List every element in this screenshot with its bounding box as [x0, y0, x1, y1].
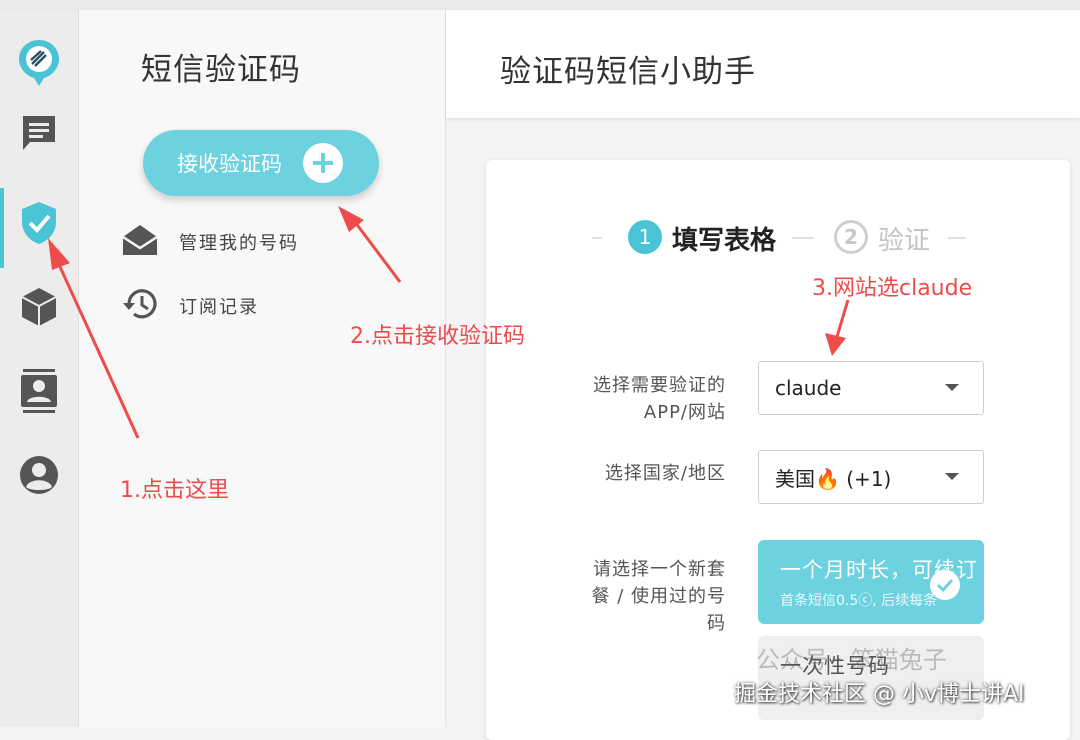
top-strip [0, 0, 1080, 10]
message-icon[interactable] [14, 108, 64, 158]
check-icon [930, 570, 960, 600]
page-title: 验证码短信小助手 [500, 54, 756, 90]
page-header: 验证码短信小助手 [446, 10, 1080, 118]
step-1-label: 填写表格 [672, 226, 777, 256]
envelope-open-icon [121, 223, 159, 261]
cube-icon[interactable] [14, 282, 64, 332]
contacts-icon[interactable] [14, 366, 64, 416]
app-select-value: claude [775, 376, 842, 400]
account-icon[interactable] [14, 450, 64, 500]
app-field-label-line: APP/网站 [643, 402, 726, 423]
menu-item-label: 管理我的号码 [179, 233, 299, 254]
receive-code-label: 接收验证码 [177, 152, 282, 176]
stepper-divider [592, 237, 602, 239]
plan-field-label-line: 餐 / 使用过的号 [591, 586, 726, 607]
menu-item-manage-numbers[interactable]: 管理我的号码 [121, 222, 299, 262]
receive-code-button[interactable]: 接收验证码 [143, 130, 379, 196]
active-indicator [0, 188, 4, 268]
step-2-label: 验证 [878, 226, 931, 256]
annotation-step-2: 2.点击接收验证码 [350, 324, 525, 349]
annotation-step-1: 1.点击这里 [120, 478, 229, 503]
menu-item-subscription-history[interactable]: 订阅记录 [121, 286, 259, 326]
country-select-value: 美国🔥 (+1) [775, 466, 892, 491]
plan-field-label-line: 请选择一个新套 [593, 559, 726, 580]
shield-check-icon[interactable] [14, 198, 64, 248]
annotation-step-3: 3.网站选claude [812, 276, 973, 301]
app-field-label-line: 选择需要验证的 [593, 375, 726, 396]
plan-subtitle: 首条短信0.5ⓒ, 后续每条 [780, 593, 938, 609]
stepper: 1 填写表格 2 验证 [592, 218, 982, 258]
app-logo-icon[interactable] [14, 38, 64, 88]
history-icon [121, 286, 159, 326]
stepper-divider [948, 237, 966, 239]
watermark: 掘金技术社区 @ 小v博士讲AI [734, 682, 1025, 707]
step-2-circle: 2 [834, 220, 868, 254]
app-select[interactable]: claude [758, 361, 984, 415]
plan-option-monthly[interactable]: 一个月时长，可续订 首条短信0.5ⓒ, 后续每条 [758, 540, 984, 624]
step-1-circle: 1 [628, 220, 662, 254]
icon-rail [0, 10, 79, 727]
stepper-divider [792, 237, 814, 239]
watermark-faint: 公众号 · 笨猫兔子 [756, 646, 947, 674]
menu-title: 短信验证码 [141, 52, 301, 88]
plan-field-label-line: 码 [707, 613, 726, 634]
plan-field-label: 请选择一个新套 餐 / 使用过的号 码 [546, 556, 726, 637]
menu-panel: 短信验证码 接收验证码 管理我的号码 订阅记录 [79, 10, 446, 727]
menu-item-label: 订阅记录 [179, 297, 259, 318]
country-field-label: 选择国家/地区 [604, 463, 726, 484]
caret-down-icon [945, 473, 959, 480]
country-select[interactable]: 美国🔥 (+1) [758, 450, 984, 504]
caret-down-icon [945, 384, 959, 391]
plus-icon [303, 143, 343, 183]
app-field-label: 选择需要验证的 APP/网站 [546, 372, 726, 426]
